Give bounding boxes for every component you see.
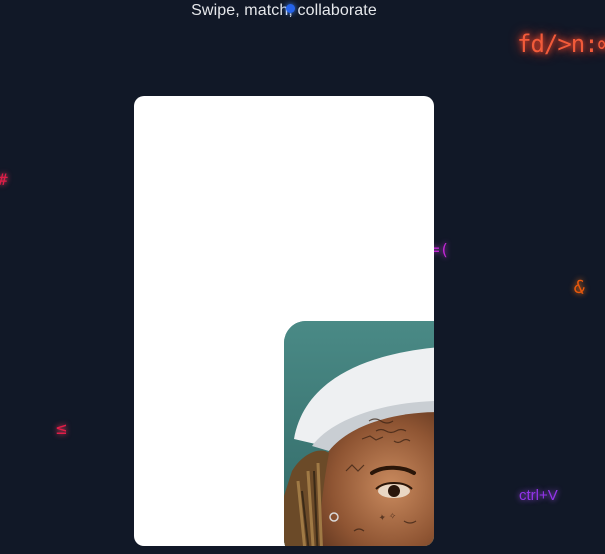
floating-code-glyph: # (0, 170, 8, 189)
floating-code-glyph: ≤ (56, 418, 67, 439)
swipe-card[interactable]: ✦ ✧ (134, 96, 434, 546)
profile-photo[interactable]: ✦ ✧ (284, 321, 434, 546)
tagline: Swipe, match, collaborate (191, 2, 377, 19)
cursor-dot (286, 4, 295, 13)
floating-code-glyph: ctrl+V (519, 487, 558, 504)
profile-photo-illustration: ✦ ✧ (284, 321, 434, 546)
floating-code-glyph: fd/>n:∞ (517, 30, 605, 58)
floating-code-glyph: & (571, 276, 587, 299)
